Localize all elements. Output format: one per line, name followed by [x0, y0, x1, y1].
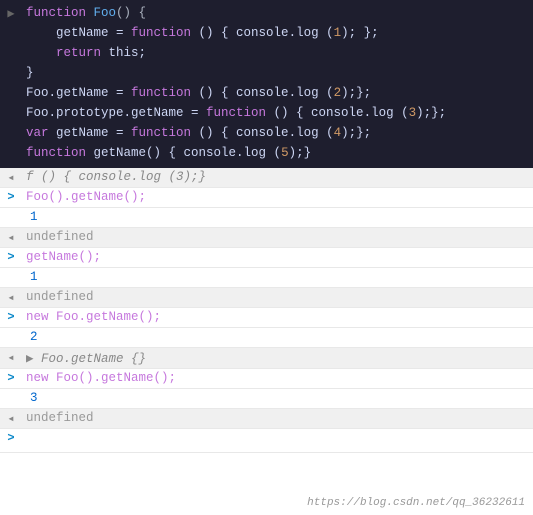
- code-line-4: }: [0, 64, 533, 84]
- input-content-3: new Foo.getName();: [22, 309, 533, 325]
- gutter-input-4: >: [0, 370, 22, 385]
- console-container: ▶ function Foo() { getName = function ()…: [0, 0, 533, 515]
- return-line-2: ◂ ▶ Foo.getName {}: [0, 348, 533, 369]
- watermark: https://blog.csdn.net/qq_36232611: [307, 497, 525, 509]
- output-line-3: 2: [0, 328, 533, 348]
- gutter-last: >: [0, 430, 22, 445]
- gutter-output-3: [0, 329, 22, 330]
- num-4: 4: [334, 126, 342, 140]
- input-line-1[interactable]: > Foo().getName();: [0, 188, 533, 208]
- code-content-4: }: [22, 65, 533, 81]
- gutter-output-2: [0, 269, 22, 270]
- fn-name-foo: Foo: [94, 6, 117, 20]
- gutter-7: [0, 125, 22, 126]
- last-input-line[interactable]: >: [0, 429, 533, 453]
- gutter-3: [0, 45, 22, 46]
- keyword-function-4: function: [206, 106, 266, 120]
- output-line-2: 1: [0, 268, 533, 288]
- keyword-function-6: function: [26, 146, 86, 160]
- paren-1: () {: [116, 6, 146, 20]
- output-content-4: 3: [22, 390, 533, 406]
- input-line-2[interactable]: > getName();: [0, 248, 533, 268]
- gutter-2: [0, 25, 22, 26]
- code-content-2: getName = function () { console.log (1);…: [22, 25, 533, 41]
- code-content-6: Foo.prototype.getName = function () { co…: [22, 105, 533, 121]
- gutter-8: [0, 145, 22, 146]
- gutter-input-2: >: [0, 249, 22, 264]
- code-content-5: Foo.getName = function () { console.log …: [22, 85, 533, 101]
- code-content-1: function Foo() {: [22, 5, 533, 21]
- gutter-6: [0, 105, 22, 106]
- gutter-1: ▶: [0, 5, 22, 21]
- undefined-line-3: ◂ undefined: [0, 409, 533, 429]
- input-content-4: new Foo().getName();: [22, 370, 533, 386]
- code-line-3: return this;: [0, 44, 533, 64]
- gutter-5: [0, 85, 22, 86]
- undef-content-3: undefined: [22, 410, 533, 426]
- code-block: ▶ function Foo() { getName = function ()…: [0, 0, 533, 168]
- num-2: 2: [334, 86, 342, 100]
- input-content-2: getName();: [22, 249, 533, 265]
- code-content-8: function getName() { console.log (5);}: [22, 145, 533, 161]
- input-content-1: Foo().getName();: [22, 189, 533, 205]
- output-content-1: 1: [22, 209, 533, 225]
- code-line-2: getName = function () { console.log (1);…: [0, 24, 533, 44]
- gutter-input-3: >: [0, 309, 22, 324]
- code-content-7: var getName = function () { console.log …: [22, 125, 533, 141]
- output-line-1: 1: [0, 208, 533, 228]
- code-line-8: function getName() { console.log (5);}: [0, 144, 533, 164]
- output-content-2: 1: [22, 269, 533, 285]
- gutter-4: [0, 65, 22, 66]
- input-line-4[interactable]: > new Foo().getName();: [0, 369, 533, 389]
- gutter-return-2: ◂: [0, 349, 22, 365]
- num-1: 1: [334, 26, 342, 40]
- input-line-3[interactable]: > new Foo.getName();: [0, 308, 533, 328]
- gutter-input-1: >: [0, 189, 22, 204]
- output-content-3: 2: [22, 329, 533, 345]
- last-input-content[interactable]: [22, 430, 533, 432]
- gutter-undef-1: ◂: [0, 229, 22, 245]
- code-line-7: var getName = function () { console.log …: [0, 124, 533, 144]
- code-line-6: Foo.prototype.getName = function () { co…: [0, 104, 533, 124]
- keyword-return: return: [56, 46, 101, 60]
- keyword-function-2: function: [131, 26, 191, 40]
- return-content-1: f () { console.log (3);}: [22, 169, 533, 185]
- undefined-line-2: ◂ undefined: [0, 288, 533, 308]
- keyword-function: function: [26, 6, 86, 20]
- gutter-undef-2: ◂: [0, 289, 22, 305]
- gutter-output-4: [0, 390, 22, 391]
- gutter-undef-3: ◂: [0, 410, 22, 426]
- code-line-1: ▶ function Foo() {: [0, 4, 533, 24]
- keyword-function-3: function: [131, 86, 191, 100]
- return-line-1: ◂ f () { console.log (3);}: [0, 168, 533, 188]
- num-5: 5: [281, 146, 289, 160]
- undefined-line-1: ◂ undefined: [0, 228, 533, 248]
- gutter-return-1: ◂: [0, 169, 22, 185]
- code-line-5: Foo.getName = function () { console.log …: [0, 84, 533, 104]
- keyword-var: var: [26, 126, 49, 140]
- gutter-output-1: [0, 209, 22, 210]
- code-content-3: return this;: [22, 45, 533, 61]
- output-line-4: 3: [0, 389, 533, 409]
- undef-content-2: undefined: [22, 289, 533, 305]
- num-3: 3: [409, 106, 417, 120]
- keyword-function-5: function: [131, 126, 191, 140]
- return-content-2: ▶ Foo.getName {}: [22, 349, 533, 367]
- undef-content-1: undefined: [22, 229, 533, 245]
